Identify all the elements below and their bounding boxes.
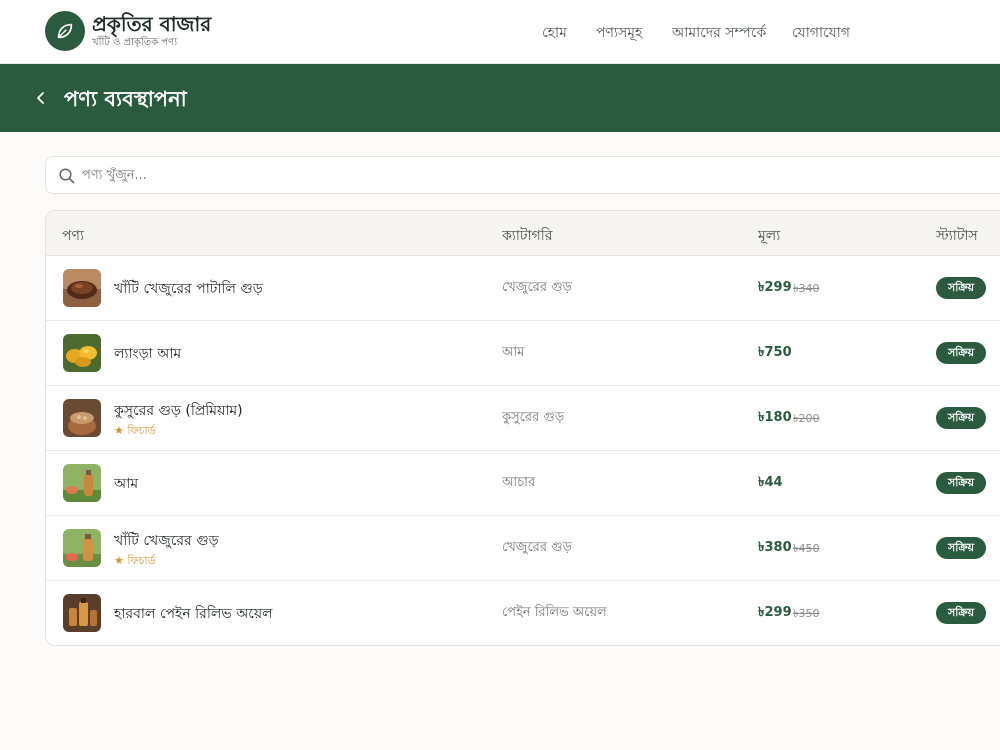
product-price: ৳750 — [758, 345, 792, 360]
featured-label: ★ ফিচার্ড — [114, 554, 156, 567]
brand-tagline: খাঁটি ও প্রাকৃতিক পণ্য — [92, 37, 178, 48]
table-row[interactable]: আম আচার ৳44 সক্রিয় — [46, 451, 1000, 516]
product-category: পেইন রিলিভ অয়েল — [502, 605, 607, 620]
product-thumbnail — [63, 399, 101, 437]
product-price: ৳180 — [758, 410, 792, 425]
leaf-icon[interactable] — [45, 11, 85, 51]
product-old-price: ৳340 — [793, 282, 820, 295]
table-row[interactable]: হারবাল পেইন রিলিভ অয়েল পেইন রিলিভ অয়েল… — [46, 581, 1000, 645]
product-thumbnail — [63, 594, 101, 632]
table-row[interactable]: ল্যাংড়া আম আম ৳750 সক্রিয় — [46, 321, 1000, 386]
column-header-product: পণ্য — [62, 228, 85, 244]
product-name: খাঁটি খেজুরের গুড় — [114, 533, 219, 549]
product-category: আচার — [502, 475, 536, 490]
product-old-price: ৳200 — [793, 412, 820, 425]
search-icon — [58, 167, 76, 185]
nav-link-contact[interactable]: যোগাযোগ — [792, 21, 850, 45]
column-header-status: স্ট্যাটাস — [936, 228, 978, 244]
nav-link-products[interactable]: পণ্যসমূহ — [596, 21, 642, 45]
products-table: পণ্য ক্যাটাগরি মূল্য স্ট্যাটাস খাঁটি খেজ… — [45, 210, 1000, 646]
featured-label: ★ ফিচার্ড — [114, 424, 156, 437]
product-name: খাঁটি খেজুরের পাটালি গুড় — [114, 281, 263, 297]
product-name: আম — [114, 476, 139, 492]
product-thumbnail — [63, 269, 101, 307]
product-price: ৳44 — [758, 475, 783, 490]
chevron-left-icon[interactable] — [30, 86, 52, 110]
product-thumbnail — [63, 529, 101, 567]
table-header: পণ্য ক্যাটাগরি মূল্য স্ট্যাটাস — [46, 211, 1000, 256]
nav-link-home[interactable]: হোম — [542, 21, 567, 45]
status-badge: সক্রিয় — [936, 537, 986, 559]
product-old-price: ৳350 — [793, 607, 820, 620]
product-name: হারবাল পেইন রিলিভ অয়েল — [114, 606, 273, 622]
table-row[interactable]: খাঁটি খেজুরের পাটালি গুড় খেজুরের গুড় ৳… — [46, 256, 1000, 321]
search-bar[interactable] — [45, 156, 1000, 194]
product-name: ল্যাংড়া আম — [114, 346, 182, 362]
product-thumbnail — [63, 334, 101, 372]
product-category: খেজুরের গুড় — [502, 280, 572, 295]
product-old-price: ৳450 — [793, 542, 820, 555]
page-header: পণ্য ব্যবস্থাপনা — [0, 64, 1000, 132]
table-row[interactable]: খাঁটি খেজুরের গুড় ★ ফিচার্ড খেজুরের গুড… — [46, 516, 1000, 581]
page-title: পণ্য ব্যবস্থাপনা — [64, 87, 187, 111]
table-row[interactable]: কুসুরের গুড় (প্রিমিয়াম) ★ ফিচার্ড কুসু… — [46, 386, 1000, 451]
status-badge: সক্রিয় — [936, 472, 986, 494]
column-header-price: মূল্য — [758, 228, 781, 244]
product-category: খেজুরের গুড় — [502, 540, 572, 555]
nav-link-about[interactable]: আমাদের সম্পর্কে — [672, 21, 766, 45]
column-header-category: ক্যাটাগরি — [502, 228, 553, 244]
product-price: ৳299 — [758, 605, 792, 620]
table-body: খাঁটি খেজুরের পাটালি গুড় খেজুরের গুড় ৳… — [46, 256, 1000, 645]
top-navbar: প্রকৃতির বাজার খাঁটি ও প্রাকৃতিক পণ্য হো… — [0, 0, 1000, 64]
status-badge: সক্রিয় — [936, 342, 986, 364]
search-input[interactable] — [82, 161, 682, 189]
status-badge: সক্রিয় — [936, 407, 986, 429]
status-badge: সক্রিয় — [936, 277, 986, 299]
product-category: আম — [502, 345, 525, 360]
product-thumbnail — [63, 464, 101, 502]
product-price: ৳380 — [758, 540, 792, 555]
product-name: কুসুরের গুড় (প্রিমিয়াম) — [114, 403, 243, 419]
product-price: ৳299 — [758, 280, 792, 295]
status-badge: সক্রিয় — [936, 602, 986, 624]
product-category: কুসুরের গুড় — [502, 410, 565, 425]
